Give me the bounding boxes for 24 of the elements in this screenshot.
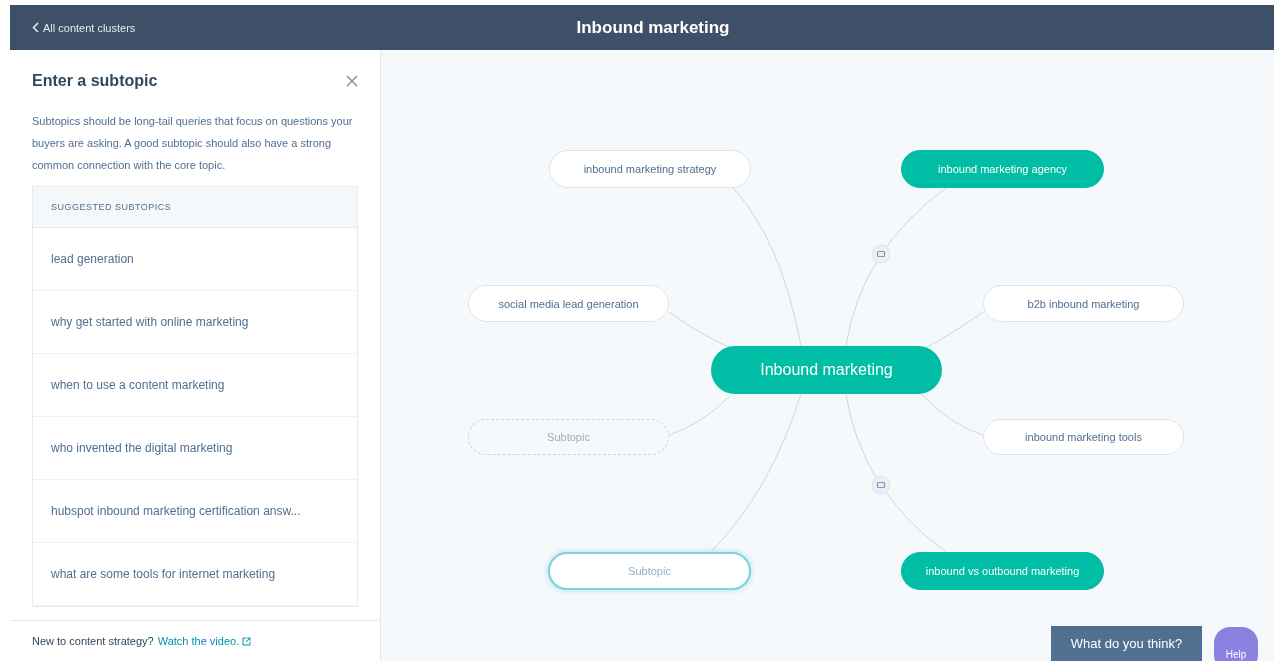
back-link[interactable]: All content clusters	[32, 21, 577, 34]
external-link-icon	[242, 636, 252, 646]
suggestion-item[interactable]: when to use a content marketing	[33, 354, 357, 417]
suggestion-item[interactable]: who invented the digital marketing	[33, 417, 357, 480]
footer-text: New to content strategy?	[32, 635, 154, 647]
suggestion-item[interactable]: lead generation	[33, 228, 357, 291]
help-button[interactable]: Help	[1214, 627, 1258, 661]
page-title: Inbound marketing	[576, 17, 730, 38]
suggestion-item[interactable]: why get started with online marketing	[33, 291, 357, 354]
link-icon[interactable]	[871, 475, 891, 495]
subtopic-node[interactable]: social media lead generation	[468, 285, 669, 322]
suggestion-item[interactable]: what are some tools for internet marketing	[33, 543, 357, 606]
link-icon[interactable]	[871, 244, 891, 264]
close-button[interactable]	[346, 75, 358, 87]
subtopic-node[interactable]: inbound marketing tools	[983, 419, 1184, 455]
feedback-button[interactable]: What do you think?	[1051, 626, 1202, 661]
panel-description: Subtopics should be long-tail queries that focus on questions your buyers are asking. A good subtopic should also have a strong common connection with the core topic.	[32, 114, 354, 173]
suggestion-item[interactable]: hubspot inbound marketing certification answ...	[33, 480, 357, 543]
subtopic-node[interactable]: b2b inbound marketing	[983, 285, 1184, 322]
subtopic-node[interactable]: inbound marketing strategy	[549, 150, 751, 188]
list-heading: SUGGESTED SUBTOPICS	[33, 187, 357, 228]
video-link[interactable]: Watch the video.	[157, 635, 252, 647]
panel-title: Enter a subtopic	[32, 72, 158, 90]
back-icon	[32, 22, 39, 33]
